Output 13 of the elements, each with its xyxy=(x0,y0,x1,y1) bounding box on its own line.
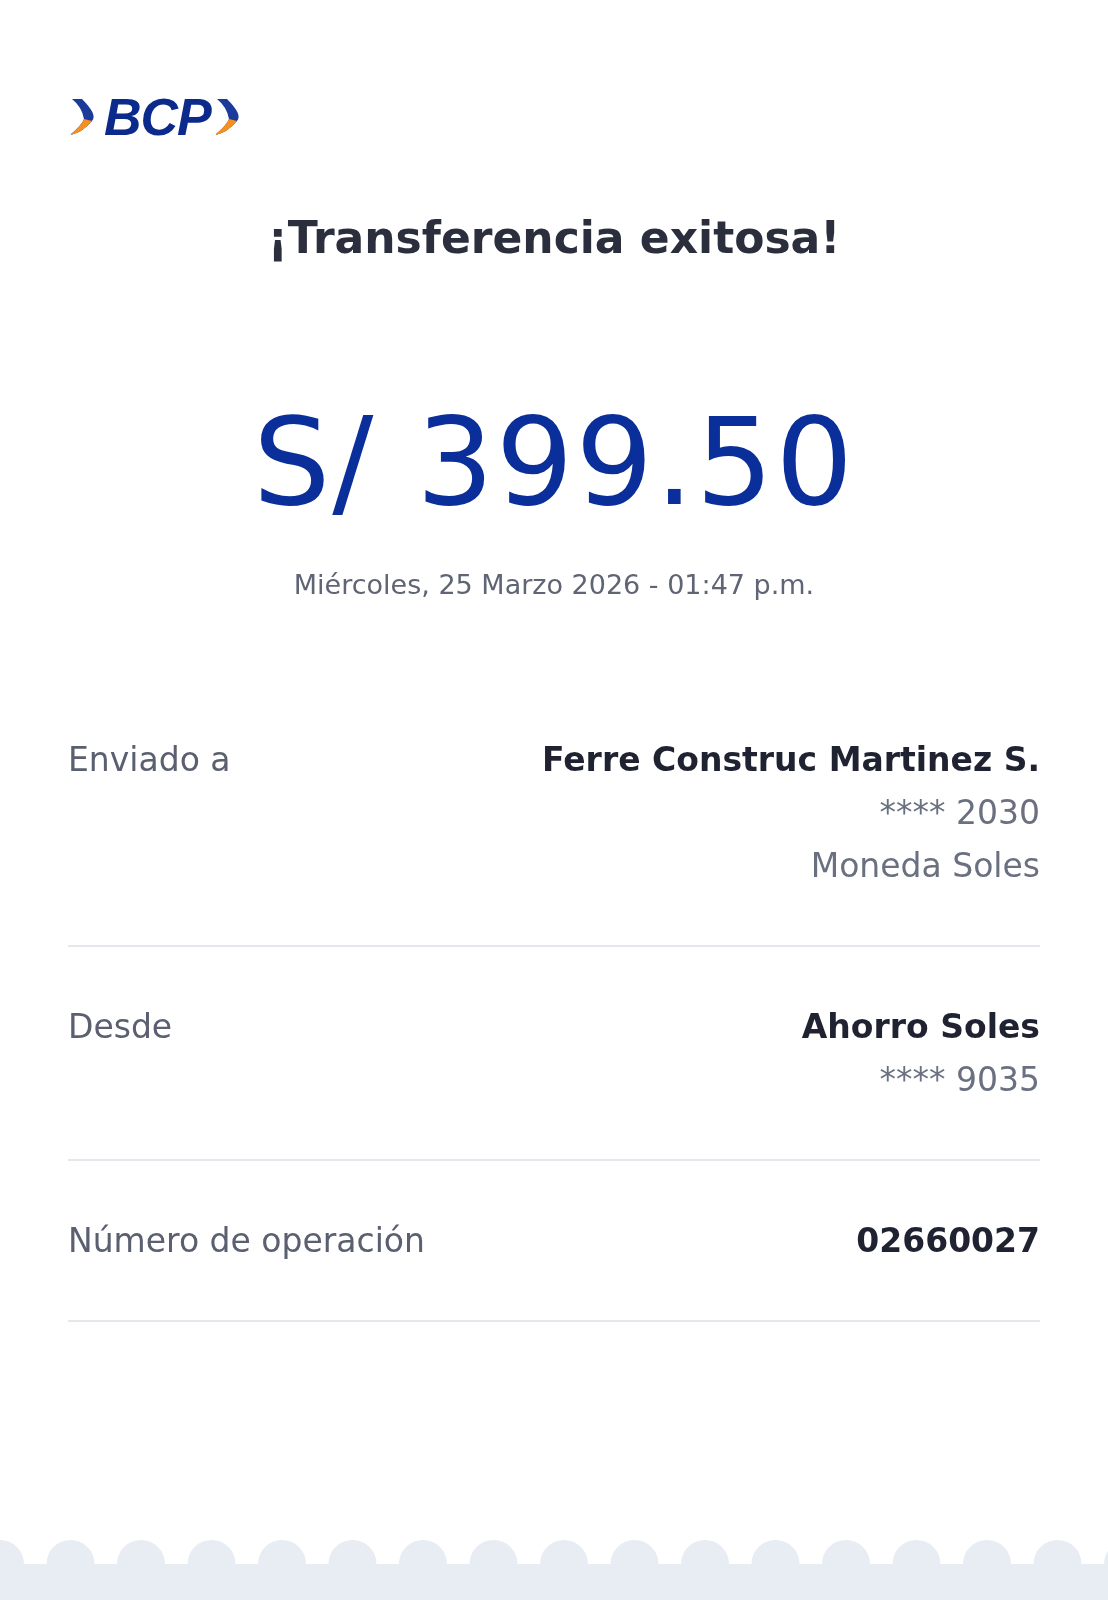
transfer-amount: S/ 399.50 xyxy=(251,394,857,529)
bank-logo-text: BCP xyxy=(104,91,211,143)
detail-value: Ahorro Soles xyxy=(801,1007,1040,1046)
transfer-date: Miércoles, 25 Marzo 2026 - 01:47 p.m. xyxy=(292,569,816,600)
success-title: ¡Transferencia exitosa! xyxy=(266,212,842,265)
detail-subtext: Moneda Soles xyxy=(810,846,1040,885)
detail-label: Enviado a xyxy=(68,740,231,779)
detail-label: Desde xyxy=(68,1007,173,1046)
detail-label: Número de operación xyxy=(68,1221,425,1260)
detail-value: 02660027 xyxy=(856,1221,1040,1260)
detail-subtext: **** 9035 xyxy=(879,1060,1040,1099)
detail-subtext: **** 2030 xyxy=(879,793,1040,832)
detail-value: Ferre Construc Martinez S. xyxy=(542,740,1040,779)
